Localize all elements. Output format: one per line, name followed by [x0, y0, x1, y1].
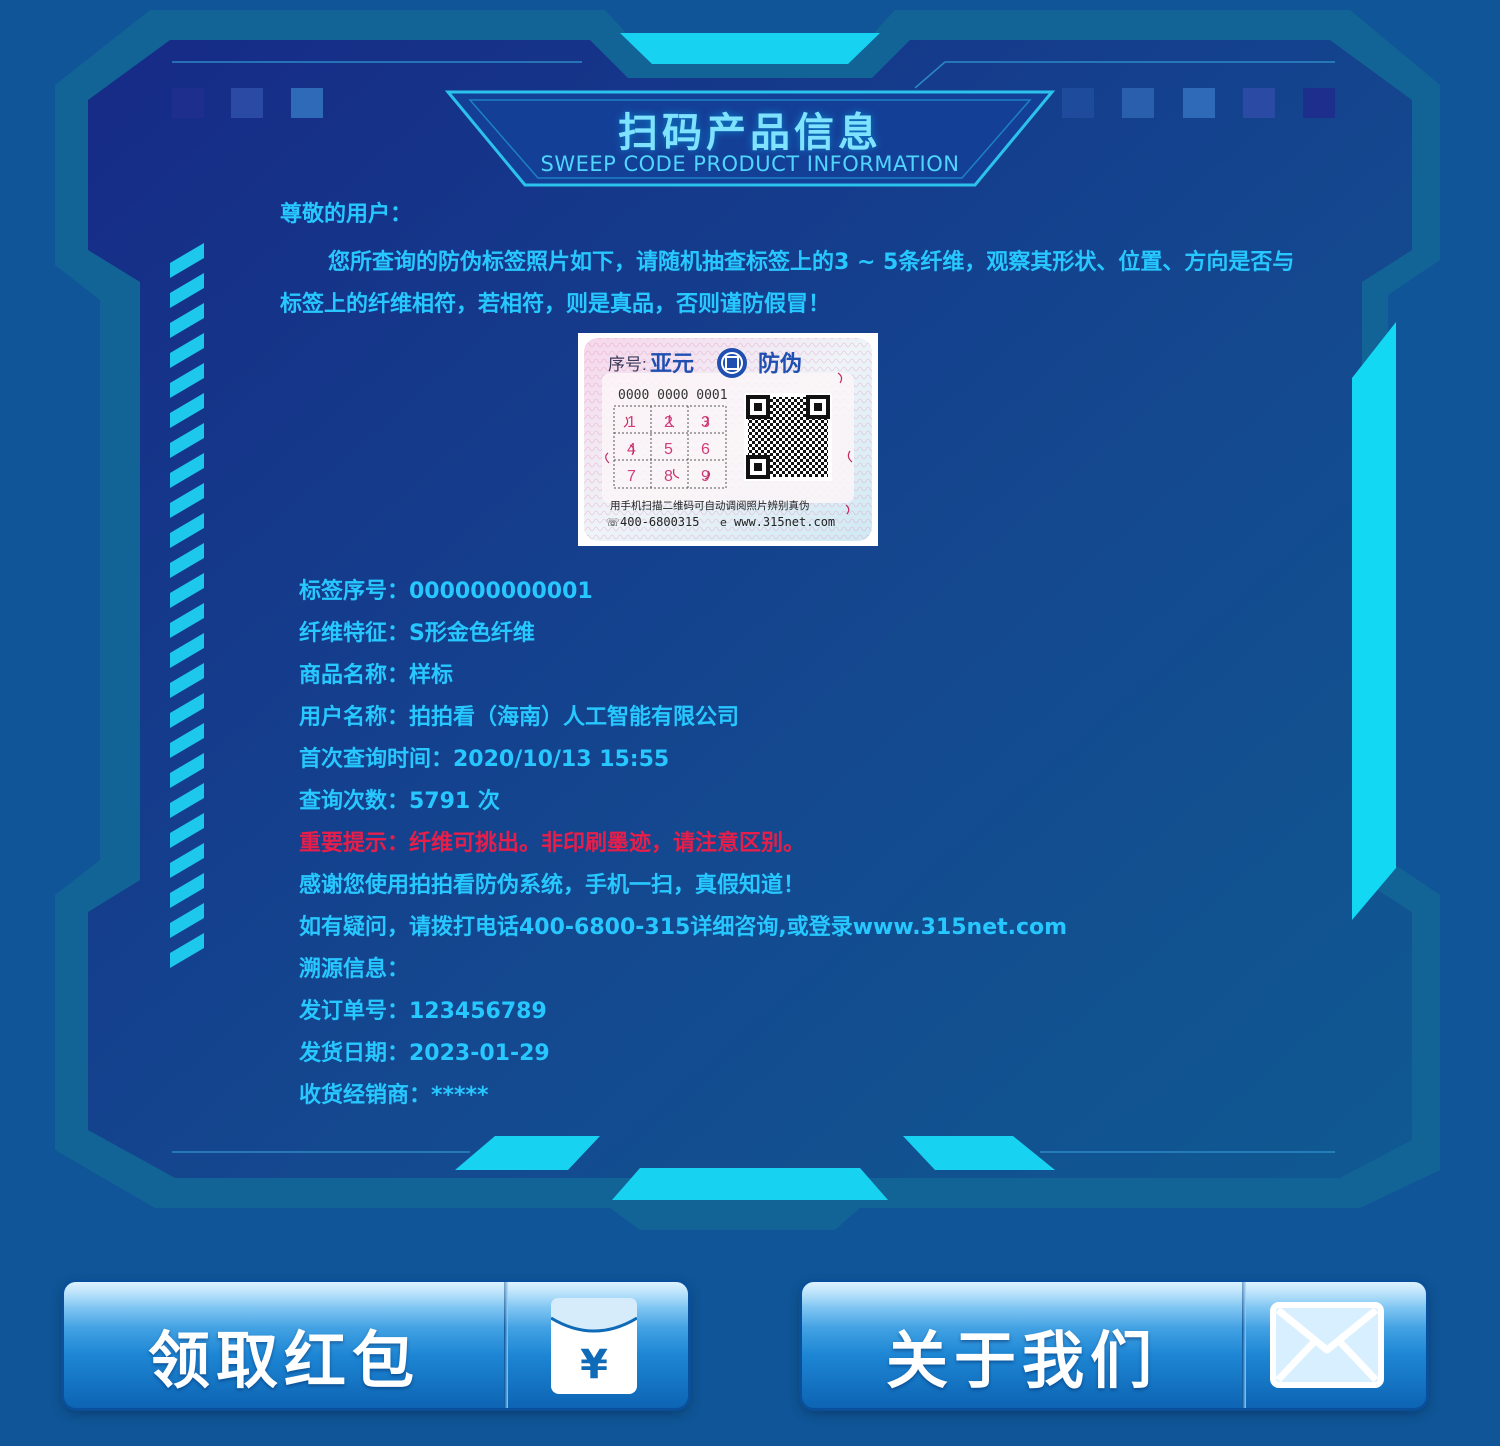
info-line: 溯源信息： [299, 957, 410, 982]
info-line: 收货经销商：***** [299, 1083, 489, 1108]
mail-icon [1270, 1302, 1384, 1388]
label-digit: 7 [627, 468, 636, 485]
label-digit: 5 [664, 441, 673, 458]
button-divider [504, 1282, 508, 1408]
label-brand: 亚元 [650, 352, 694, 377]
label-digit: 3 [701, 414, 710, 431]
web-icon: e [720, 516, 727, 529]
intro-text: 您所查询的防伪标签照片如下，请随机抽查标签上的3 ~ 5条纤维，观察其形状、位置… [280, 250, 1295, 317]
red-packet-button[interactable]: 领取红包 ¥ [64, 1282, 688, 1408]
greeting-text: 尊敬的用户： [280, 202, 413, 227]
button-divider [1242, 1282, 1246, 1408]
svg-text:¥: ¥ [580, 1342, 608, 1388]
product-info-list: 标签序号：000000000001 纤维特征：S形金色纤维 商品名称：样标用户名称：… [299, 571, 1199, 1117]
label-digit: 8 [664, 468, 673, 485]
info-line: 如有疑问，请拨打电话400-6800-315详细咨询,或登录www.315net… [299, 915, 1068, 940]
label-digit: 2 [664, 414, 673, 431]
info-line: 标签序号：000000000001 [299, 579, 593, 604]
info-line: 商品名称：样标 [299, 663, 454, 688]
info-line: 首次查询时间：2020/10/13 15:55 [299, 747, 670, 772]
label-serial-prefix: 序号: [608, 355, 647, 374]
red-packet-button-label: 领取红包 [147, 1324, 420, 1397]
about-us-button[interactable]: 关于我们 [802, 1282, 1426, 1408]
label-digit: 1 [627, 414, 636, 431]
info-line: 发货日期：2023-01-29 [299, 1041, 550, 1066]
warning-line: 重要提示：纤维可挑出。非印刷墨迹，请注意区别。 [299, 831, 806, 856]
about-us-button-label: 关于我们 [885, 1324, 1158, 1397]
info-line: 感谢您使用拍拍看防伪系统，手机一扫，真假知道！ [299, 873, 806, 898]
info-line: 纤维特征：S形金色纤维 [299, 621, 535, 646]
label-digit: 6 [701, 441, 710, 458]
page-title: 扫码产品信息 [618, 110, 882, 156]
info-line: 发订单号：123456789 [299, 999, 547, 1024]
label-brand-suffix: 防伪 [758, 352, 802, 377]
label-phone: 400-6800315 [620, 515, 699, 529]
label-website: www.315net.com [734, 515, 835, 529]
anti-counterfeit-label-image: 序号: 亚元 防伪 0000 0000 0001 1 2 34 5 67 8 9 用手机扫描… [578, 333, 878, 546]
info-line: 用户名称：拍拍看（海南）人工智能有限公司 [299, 705, 740, 730]
label-digit: 4 [627, 441, 636, 458]
label-caption: 用手机扫描二维码可自动调阅照片辨别真伪 [610, 499, 810, 512]
info-line: 查询次数：5791 次 [299, 789, 500, 814]
label-code: 0000 0000 0001 [618, 388, 728, 403]
intro-block: 尊敬的用户： 您所查询的防伪标签照片如下，请随机抽查标签上的3 ~ 5条纤维，观… [280, 200, 1310, 326]
page-subtitle: SWEEP CODE PRODUCT INFORMATION [540, 152, 960, 176]
phone-icon: ☏ [606, 516, 620, 529]
red-packet-icon: ¥ [551, 1298, 637, 1394]
